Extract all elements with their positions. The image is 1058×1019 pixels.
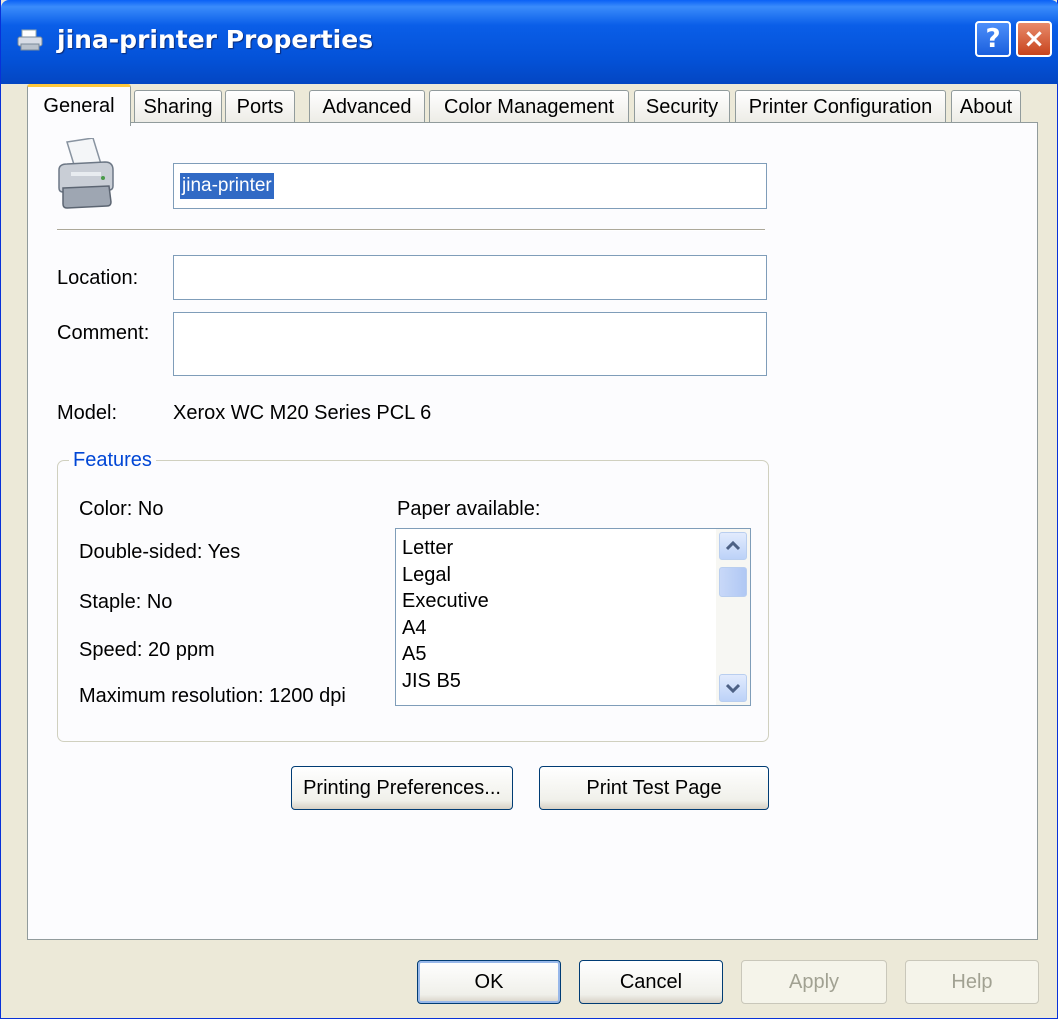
scroll-up-button[interactable] xyxy=(719,532,747,560)
tab-general[interactable]: General xyxy=(27,84,131,126)
tab-advanced[interactable]: Advanced xyxy=(309,90,425,124)
help-button[interactable]: ? xyxy=(975,21,1011,57)
tab-ports[interactable]: Ports xyxy=(225,90,295,124)
paper-scrollbar[interactable] xyxy=(716,529,750,705)
list-item[interactable]: Legal xyxy=(402,562,489,589)
model-label: Model: xyxy=(57,402,118,424)
tab-strip: General Sharing Ports Advanced Color Man… xyxy=(27,84,1037,126)
paper-listbox[interactable]: Letter Legal Executive A4 A5 JIS B5 xyxy=(395,528,751,706)
apply-button[interactable]: Apply xyxy=(741,960,887,1004)
list-item[interactable]: A5 xyxy=(402,641,489,668)
cancel-button[interactable]: Cancel xyxy=(579,960,723,1004)
tab-printer-configuration[interactable]: Printer Configuration xyxy=(735,90,946,124)
comment-input[interactable] xyxy=(173,312,767,376)
feature-speed: Speed: 20 ppm xyxy=(79,639,215,661)
tab-about[interactable]: About xyxy=(951,90,1021,124)
list-item[interactable]: JIS B5 xyxy=(402,668,489,695)
chevron-up-icon xyxy=(726,541,740,551)
tab-security[interactable]: Security xyxy=(634,90,730,124)
printing-preferences-button[interactable]: Printing Preferences... xyxy=(291,766,513,810)
title-bar[interactable]: jina-printer Properties ? × xyxy=(1,0,1058,84)
feature-staple: Staple: No xyxy=(79,591,173,613)
printer-name-input[interactable]: jina-printer xyxy=(173,163,767,209)
list-item[interactable]: Executive xyxy=(402,588,489,615)
paper-available-label: Paper available: xyxy=(397,498,541,520)
chevron-down-icon xyxy=(726,683,740,693)
help-dialog-button[interactable]: Help xyxy=(905,960,1039,1004)
features-title: Features xyxy=(69,449,156,472)
list-item[interactable]: A4 xyxy=(402,615,489,642)
location-input[interactable] xyxy=(173,255,767,300)
printer-icon xyxy=(58,138,114,209)
feature-double-sided: Double-sided: Yes xyxy=(79,541,241,563)
ok-button[interactable]: OK xyxy=(417,960,561,1004)
help-icon: ? xyxy=(985,24,1001,54)
tab-sharing[interactable]: Sharing xyxy=(134,90,222,124)
location-label: Location: xyxy=(57,267,139,289)
close-icon: × xyxy=(1023,24,1045,54)
printer-name-value: jina-printer xyxy=(180,173,274,199)
feature-max-resolution: Maximum resolution: 1200 dpi xyxy=(79,685,346,707)
scroll-thumb[interactable] xyxy=(719,567,747,597)
scroll-down-button[interactable] xyxy=(719,674,747,702)
divider xyxy=(57,229,765,231)
printer-icon xyxy=(17,29,43,51)
window-title: jina-printer Properties xyxy=(57,25,374,54)
close-button[interactable]: × xyxy=(1016,21,1052,57)
feature-color: Color: No xyxy=(79,498,164,520)
tab-color-management[interactable]: Color Management xyxy=(429,90,629,124)
print-test-page-button[interactable]: Print Test Page xyxy=(539,766,769,810)
comment-label: Comment: xyxy=(57,322,150,344)
properties-window: jina-printer Properties ? × General Shar… xyxy=(0,0,1058,1019)
list-item[interactable]: Letter xyxy=(402,535,489,562)
model-value: Xerox WC M20 Series PCL 6 xyxy=(173,402,432,424)
